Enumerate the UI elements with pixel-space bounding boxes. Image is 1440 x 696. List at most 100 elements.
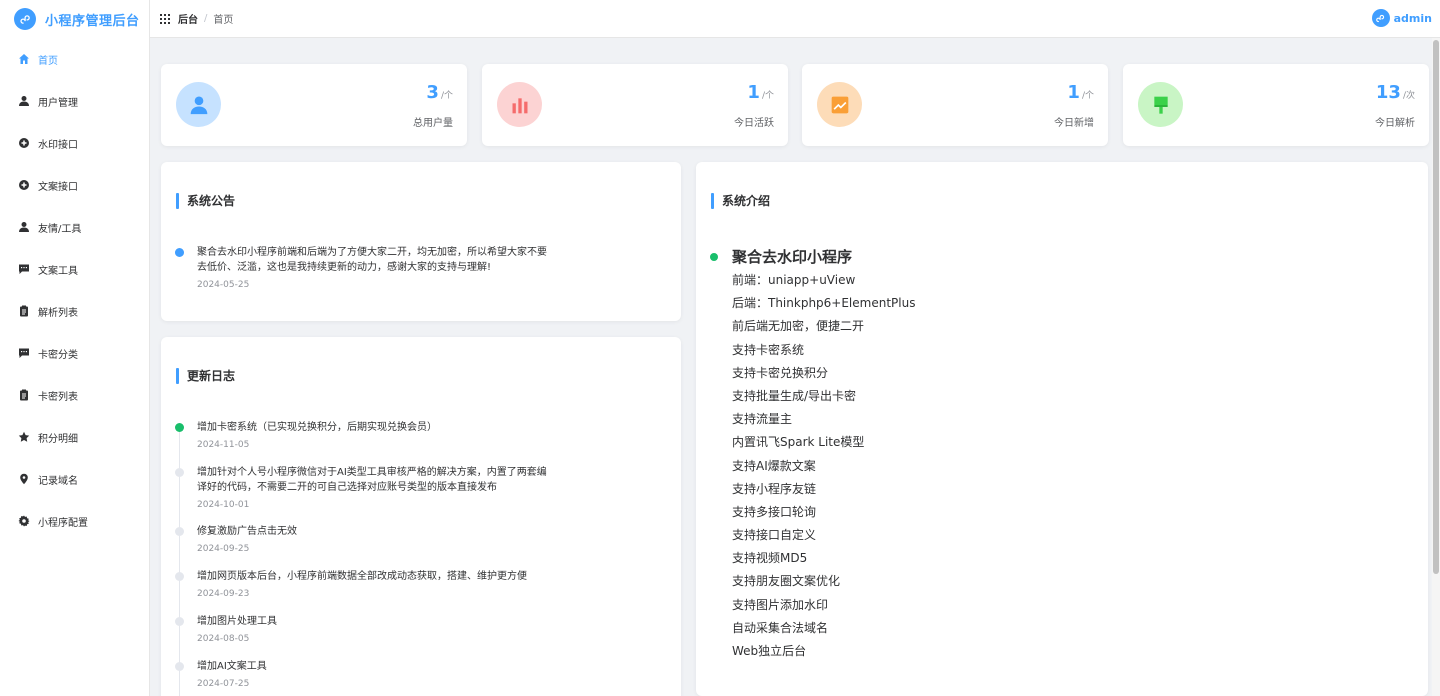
changelog-date: 2024-08-05 <box>197 634 250 644</box>
logo-icon <box>14 8 36 30</box>
intro-heading: 聚合去水印小程序 <box>732 248 853 266</box>
sidebar-item-label: 记录域名 <box>38 475 78 487</box>
feature-item: 内置讯飞Spark Lite模型 <box>732 435 865 450</box>
changelog-text: 增加图片处理工具 <box>197 616 277 627</box>
location-icon <box>18 473 30 485</box>
sidebar-item-label: 卡密分类 <box>38 349 78 361</box>
feature-item: Web独立后台 <box>732 644 807 658</box>
chat-icon <box>18 347 30 359</box>
sidebar-item-copywriting-tools[interactable]: 文案工具 <box>0 248 149 290</box>
announcement-date: 2024-05-25 <box>197 280 250 290</box>
sidebar-menu: 首页 用户管理 水印接口 文案接口 友情/工具 文案工具 解析列表 卡密分类 卡… <box>0 38 149 542</box>
intro-content: 聚合去水印小程序 前端：uniapp+uView 后端：Thinkphp6+El… <box>710 246 915 663</box>
brush-icon <box>1138 82 1183 127</box>
breadcrumb-current: 首页 <box>213 15 234 26</box>
top-header: 后台 / 首页 admin <box>150 0 1440 38</box>
user-icon <box>176 82 221 127</box>
timeline-dot <box>175 617 184 626</box>
chat-icon <box>18 263 30 275</box>
changelog-panel: 更新日志 增加卡密系统（已实现兑换积分，后期实现兑换会员） 2024-11-05… <box>161 337 681 696</box>
list-item: 聚合去水印小程序前端和后端为了方便大家二开，均无加密，所以希望大家不要去低价、泛… <box>175 245 667 290</box>
menu-grid-icon[interactable] <box>160 13 170 24</box>
feature-item: 支持批量生成/导出卡密 <box>732 388 857 403</box>
sidebar-item-label: 首页 <box>38 55 58 67</box>
sidebar-item-label: 积分明细 <box>38 433 78 445</box>
stat-value: 13/次 <box>1375 82 1415 103</box>
sidebar-item-card-list[interactable]: 卡密列表 <box>0 374 149 416</box>
timeline-dot <box>175 572 184 581</box>
sidebar-item-users[interactable]: 用户管理 <box>0 80 149 122</box>
sidebar-item-points-detail[interactable]: 积分明细 <box>0 416 149 458</box>
sidebar-item-label: 用户管理 <box>38 97 78 109</box>
timeline-dot <box>710 252 718 261</box>
changelog-text: 增加AI文案工具 <box>197 661 267 672</box>
stat-label: 今日新增 <box>1054 118 1094 129</box>
sidebar-item-miniprogram-config[interactable]: 小程序配置 <box>0 500 149 542</box>
stat-card-new-today: 1/个 今日新增 <box>802 64 1108 146</box>
scrollbar-thumb[interactable] <box>1433 40 1439 574</box>
stat-value: 1/个 <box>747 82 774 103</box>
changelog-date: 2024-09-25 <box>197 544 250 554</box>
feature-item: 支持朋友圈文案优化 <box>732 574 841 589</box>
bar-chart-icon <box>497 82 542 127</box>
feature-item: 支持流量主 <box>732 412 793 427</box>
feature-item: 支持多接口轮询 <box>732 504 817 519</box>
sidebar-item-domains[interactable]: 记录域名 <box>0 458 149 500</box>
sidebar: 小程序管理后台 首页 用户管理 水印接口 文案接口 友情/工具 文案工具 解析列… <box>0 0 150 696</box>
sidebar-item-card-category[interactable]: 卡密分类 <box>0 332 149 374</box>
breadcrumb-root[interactable]: 后台 <box>178 11 198 26</box>
timeline-dot <box>175 662 184 671</box>
timeline-dot <box>175 423 184 432</box>
changelog-date: 2024-11-05 <box>197 440 250 450</box>
feature-item: 前后端无加密，便捷二开 <box>732 319 865 334</box>
sidebar-item-label: 解析列表 <box>38 307 78 319</box>
feature-item: 支持卡密系统 <box>732 342 805 357</box>
sidebar-item-label: 友情/工具 <box>38 223 82 235</box>
star-icon <box>18 431 30 443</box>
changelog-text: 修复激励广告点击无效 <box>197 526 297 537</box>
user-icon <box>18 95 30 107</box>
panel-title: 系统公告 <box>176 192 235 209</box>
sidebar-item-friends-tools[interactable]: 友情/工具 <box>0 206 149 248</box>
feature-item: 支持小程序友链 <box>732 481 817 496</box>
circle-plus-icon <box>18 179 30 191</box>
user-menu[interactable]: admin <box>1371 9 1432 27</box>
sidebar-item-copywriting-api[interactable]: 文案接口 <box>0 164 149 206</box>
sidebar-item-label: 文案工具 <box>38 265 78 277</box>
panel-title: 更新日志 <box>176 367 235 384</box>
stat-card-total-users: 3/个 总用户量 <box>161 64 467 146</box>
timeline-dot <box>175 248 184 257</box>
list-item: 修复激励广告点击无效 2024-09-25 <box>175 524 667 577</box>
gear-icon <box>18 515 30 527</box>
feature-item: 支持AI爆款文案 <box>732 458 816 473</box>
sidebar-item-label: 卡密列表 <box>38 391 78 403</box>
feature-item: 自动采集合法域名 <box>732 620 829 635</box>
timeline-dot <box>175 527 184 536</box>
app-title: 小程序管理后台 <box>45 13 140 29</box>
home-icon <box>18 53 30 65</box>
stat-card-active-today: 1/个 今日活跃 <box>482 64 788 146</box>
avatar <box>1371 9 1390 27</box>
feature-item: 支持卡密兑换积分 <box>732 365 829 380</box>
timeline-dot <box>175 468 184 477</box>
logo[interactable]: 小程序管理后台 <box>0 0 149 38</box>
clipboard-icon <box>18 389 30 401</box>
sidebar-item-home[interactable]: 首页 <box>0 38 149 80</box>
changelog-text: 增加卡密系统（已实现兑换积分，后期实现兑换会员） <box>197 422 437 433</box>
username: admin <box>1393 11 1432 25</box>
feature-item: 支持视频MD5 <box>732 551 808 566</box>
feature-item: 支持接口自定义 <box>732 528 817 543</box>
stat-value: 1/个 <box>1067 82 1094 103</box>
sidebar-item-parse-list[interactable]: 解析列表 <box>0 290 149 332</box>
list-item: 增加网页版本后台，小程序前端数据全部改成动态获取，搭建、维护更方便 2024-0… <box>175 569 667 622</box>
stat-card-parses-today: 13/次 今日解析 <box>1123 64 1429 146</box>
stat-label: 今日解析 <box>1375 118 1415 129</box>
list-item: 增加针对个人号小程序微信对于AI类型工具审核严格的解决方案，内置了两套编译好的代… <box>175 465 667 532</box>
clipboard-icon <box>18 305 30 317</box>
list-item: 增加图片处理工具 2024-08-05 <box>175 614 667 667</box>
announcement-panel: 系统公告 聚合去水印小程序前端和后端为了方便大家二开，均无加密，所以希望大家不要… <box>161 162 681 321</box>
sidebar-item-label: 小程序配置 <box>38 517 88 529</box>
feature-item: 前端：uniapp+uView <box>732 273 856 287</box>
sidebar-item-watermark-api[interactable]: 水印接口 <box>0 122 149 164</box>
announcement-timeline: 聚合去水印小程序前端和后端为了方便大家二开，均无加密，所以希望大家不要去低价、泛… <box>175 245 667 290</box>
